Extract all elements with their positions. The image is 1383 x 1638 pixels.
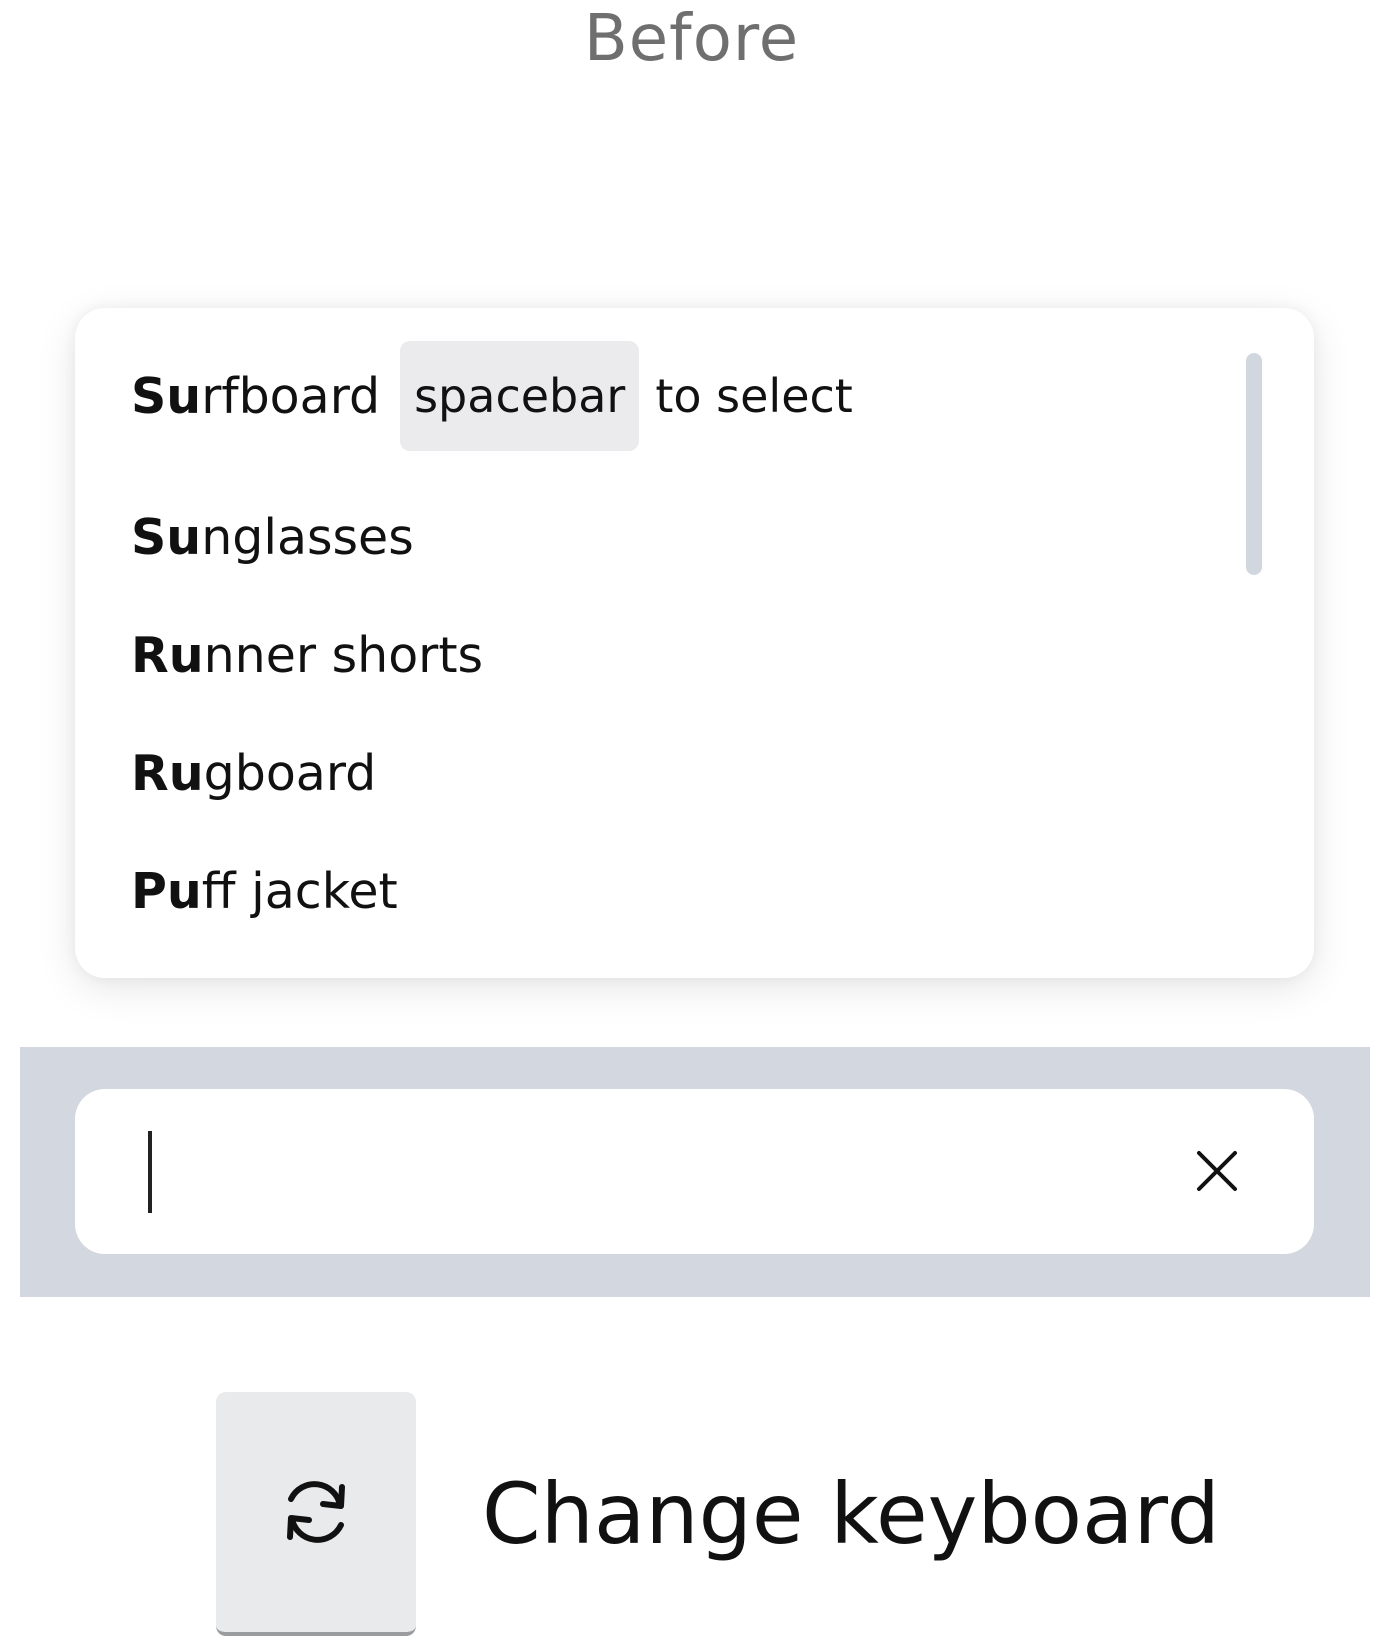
option-match-text: Ru bbox=[131, 626, 204, 684]
option-rest-text: rfboard bbox=[201, 367, 381, 425]
spacebar-hint-key: spacebar bbox=[400, 341, 640, 451]
option-match-text: Pu bbox=[131, 862, 202, 920]
change-keyboard-label: Change keyboard bbox=[482, 1465, 1220, 1563]
clear-button[interactable] bbox=[1185, 1139, 1249, 1203]
search-field-container[interactable] bbox=[75, 1089, 1314, 1254]
refresh-icon bbox=[287, 1481, 345, 1543]
option-rest-text: nglasses bbox=[201, 508, 414, 566]
suggestion-option-surfboard[interactable]: Su rfboard spacebar to select bbox=[131, 341, 853, 451]
option-match-text: Ru bbox=[131, 744, 204, 802]
dropdown-scrollbar[interactable] bbox=[1246, 353, 1262, 575]
change-keyboard-key[interactable] bbox=[216, 1392, 416, 1636]
suggestions-dropdown: Su rfboard spacebar to select Su nglasses … bbox=[75, 308, 1314, 978]
suggestion-option-runner-shorts[interactable]: Ru nner shorts bbox=[131, 620, 483, 690]
select-hint-text: to select bbox=[655, 369, 853, 423]
text-caret bbox=[148, 1131, 152, 1213]
page-heading: Before bbox=[583, 2, 800, 76]
search-input[interactable] bbox=[165, 1119, 1169, 1226]
option-match-text: Su bbox=[131, 508, 202, 566]
search-bar-region bbox=[20, 1047, 1370, 1297]
suggestion-option-puff-jacket[interactable]: Pu ff jacket bbox=[131, 856, 398, 926]
close-icon bbox=[1197, 1151, 1237, 1191]
option-rest-text: nner shorts bbox=[203, 626, 484, 684]
suggestion-option-rugboard[interactable]: Ru gboard bbox=[131, 738, 376, 808]
option-rest-text: ff jacket bbox=[201, 862, 398, 920]
option-rest-text: gboard bbox=[203, 744, 377, 802]
option-match-text: Su bbox=[131, 367, 202, 425]
suggestion-option-sunglasses[interactable]: Su nglasses bbox=[131, 502, 414, 572]
